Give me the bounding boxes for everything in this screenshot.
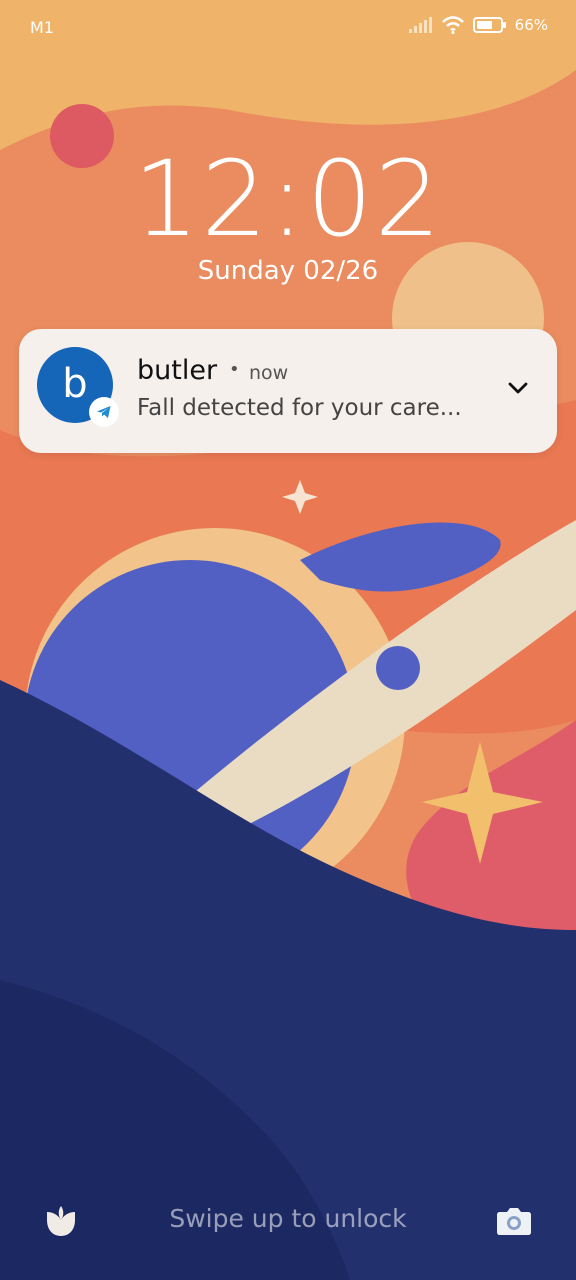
battery-percent: 66%	[514, 16, 548, 34]
wifi-icon	[441, 16, 464, 34]
notification-text: Fall detected for your care...	[137, 395, 462, 421]
notification-time: now	[249, 362, 289, 384]
battery-icon	[472, 17, 506, 33]
bottom-bar: Swipe up to unlock	[0, 1190, 576, 1250]
status-icons: 66%	[408, 16, 548, 34]
lockscreen-clock: 12:02	[133, 138, 443, 260]
signal-icon	[408, 17, 432, 33]
unlock-hint: Swipe up to unlock	[169, 1204, 407, 1233]
lockscreen-date: Sunday 02/26	[197, 256, 379, 286]
carrier-label: M1	[30, 18, 54, 37]
telegram-icon	[97, 406, 111, 418]
notification-app-name: butler	[137, 355, 218, 386]
notification-separator: •	[229, 359, 240, 380]
notification-card[interactable]: b butler • now Fall detected for your ca…	[19, 329, 557, 453]
status-bar: M1 66%	[0, 0, 576, 56]
camera-icon[interactable]	[496, 1204, 532, 1236]
chevron-down-icon[interactable]	[503, 373, 533, 403]
badge	[89, 397, 119, 427]
